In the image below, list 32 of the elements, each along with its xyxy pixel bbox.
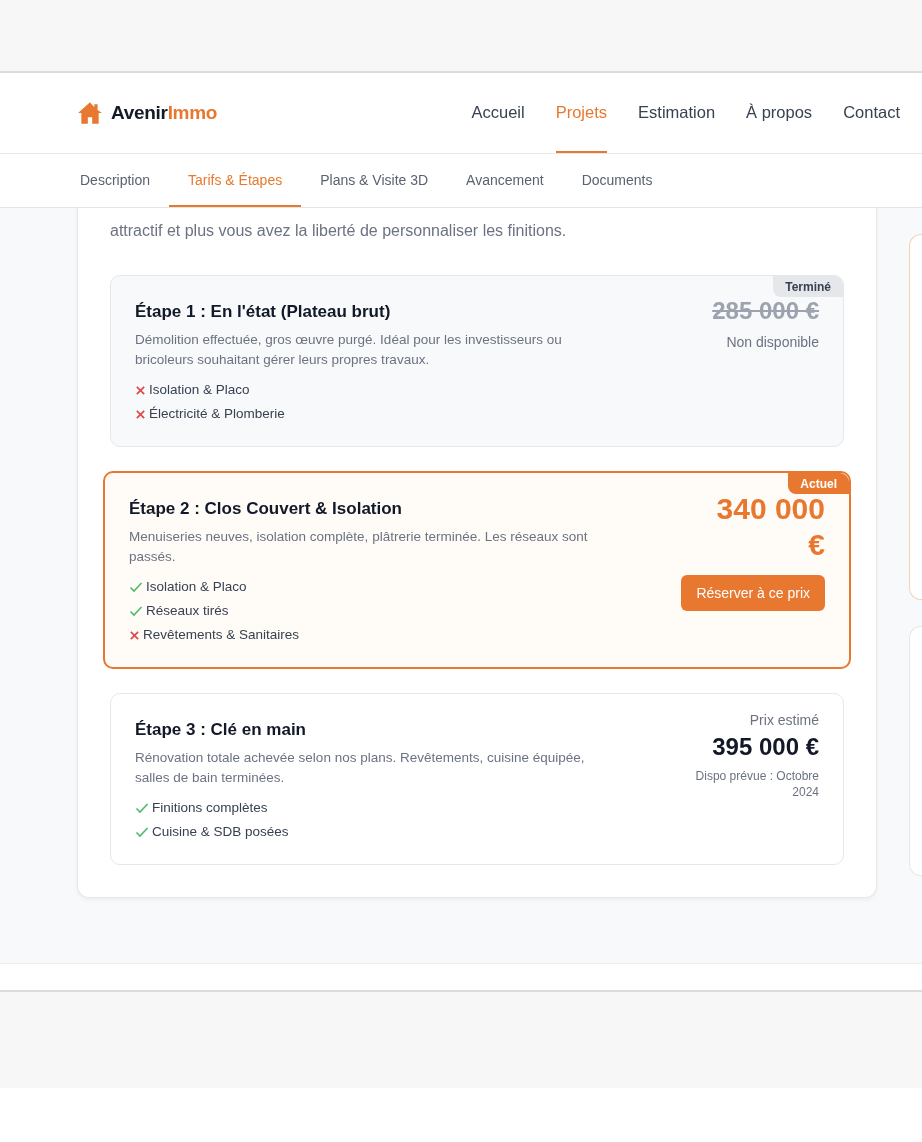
price: 285 000 € bbox=[712, 296, 819, 326]
nav-link[interactable]: Contact bbox=[843, 73, 900, 153]
status-badge: Terminé bbox=[773, 276, 843, 297]
nav-link[interactable]: Estimation bbox=[638, 73, 716, 153]
nav-link[interactable]: À propos bbox=[746, 73, 813, 153]
brand-logo[interactable]: AvenirImmo bbox=[111, 102, 218, 124]
stage-description: Rénovation totale achevée selon nos plans. Revêtements, cuisine équipée, salles de bain terminées. bbox=[135, 749, 586, 787]
stage-title: Étape 3 : Clé en main bbox=[135, 719, 307, 741]
price: 340 000 € bbox=[715, 491, 825, 563]
intro-text: attractif et plus vous avez la liberté de personnaliser les finitions. bbox=[110, 221, 568, 241]
stage-description: Menuiseries neuves, isolation complète, plâtrerie terminée. Les réseaux sont passés. bbox=[129, 528, 589, 566]
availability-note: Non disponible bbox=[726, 334, 819, 350]
feature-label: Électricité & Plomberie bbox=[149, 405, 285, 423]
section-tab[interactable]: Description bbox=[61, 154, 170, 207]
price: 395 000 € bbox=[712, 732, 819, 762]
stage-title: Étape 1 : En l'état (Plateau brut) bbox=[135, 301, 392, 323]
feature-label: Finitions complètes bbox=[152, 799, 268, 817]
section-tab[interactable]: Avancement bbox=[447, 154, 563, 207]
section-tab[interactable]: Plans & Visite 3D bbox=[301, 154, 448, 207]
feature-label: Réseaux tirés bbox=[146, 602, 229, 620]
status-badge: Actuel bbox=[788, 473, 849, 494]
feature-label: Isolation & Placo bbox=[146, 578, 247, 596]
nav-link[interactable]: Accueil bbox=[471, 73, 525, 153]
availability-note: Dispo prévue : Octobre 2024 bbox=[694, 768, 819, 800]
house-icon bbox=[76, 100, 104, 126]
feature-label: Cuisine & SDB posées bbox=[152, 823, 289, 841]
feature-label: Isolation & Placo bbox=[149, 381, 250, 399]
feature-label: Revêtements & Sanitaires bbox=[143, 626, 300, 644]
stage-description: Démolition effectuée, gros œuvre purgé. Idéal pour les investisseurs ou bricoleurs souhaitant gérer leurs propres travaux. bbox=[135, 331, 563, 369]
section-tab[interactable]: Documents bbox=[562, 154, 672, 207]
price-label: Prix estimé bbox=[749, 712, 819, 728]
stage-title: Étape 2 : Clos Couvert & Isolation bbox=[129, 498, 403, 520]
